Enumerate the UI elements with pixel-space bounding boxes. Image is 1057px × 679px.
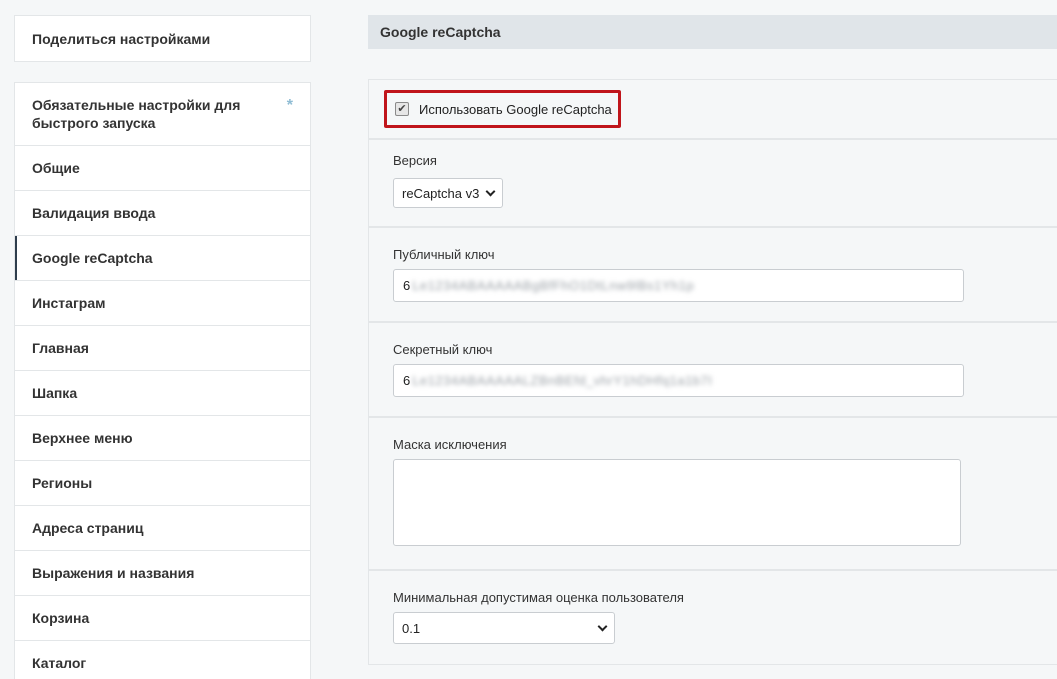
version-select-value: reCaptcha v3 xyxy=(402,185,480,201)
nav-item-regions[interactable]: Регионы xyxy=(15,461,310,506)
exclusion-mask-label: Маска исключения xyxy=(393,437,507,452)
share-settings-label: Поделиться настройками xyxy=(32,30,211,47)
min-score-label: Минимальная допустимая оценка пользовате… xyxy=(393,590,684,605)
highlight-frame: ✔ Использовать Google reCaptcha xyxy=(384,90,621,128)
section-title-text: Google reCaptcha xyxy=(380,24,501,40)
public-key-masked: Le1234ABAAAAABgBfFhO1DtLnw9lBs1Yh1p xyxy=(412,278,695,293)
nav-item-phrases[interactable]: Выражения и названия xyxy=(15,551,310,596)
nav-item-label: Обязательные настройки для быстрого запу… xyxy=(32,97,241,131)
nav-item-page-addresses[interactable]: Адреса страниц xyxy=(15,506,310,551)
exclusion-mask-textarea[interactable] xyxy=(393,459,961,546)
nav-item-label: Каталог xyxy=(32,655,87,671)
nav-item-header[interactable]: Шапка xyxy=(15,371,310,416)
nav-item-label: Шапка xyxy=(32,385,78,401)
use-recaptcha-checkbox[interactable]: ✔ xyxy=(395,102,409,116)
min-score-panel: Минимальная допустимая оценка пользовате… xyxy=(368,570,1057,665)
nav-item-top-menu[interactable]: Верхнее меню xyxy=(15,416,310,461)
exclusion-mask-panel: Маска исключения xyxy=(368,417,1057,570)
nav-item-home[interactable]: Главная xyxy=(15,326,310,371)
checkmark-icon: ✔ xyxy=(397,102,407,115)
required-asterisk-icon: * xyxy=(286,97,293,114)
nav-item-google-recaptcha[interactable]: Google reCaptcha xyxy=(15,236,310,281)
public-key-input[interactable]: 6 Le1234ABAAAAABgBfFhO1DtLnw9lBs1Yh1p xyxy=(393,269,964,302)
min-score-select[interactable]: 0.1 xyxy=(393,612,615,644)
section-title: Google reCaptcha xyxy=(368,15,1057,49)
chevron-down-icon xyxy=(485,186,496,196)
nav-item-label: Регионы xyxy=(32,475,93,491)
nav-item-label: Google reCaptcha xyxy=(32,250,153,266)
secret-key-prefix: 6 xyxy=(403,373,411,388)
nav-item-label: Инстаграм xyxy=(32,295,106,311)
min-score-select-value: 0.1 xyxy=(402,620,421,636)
nav-item-label: Адреса страниц xyxy=(32,520,144,536)
nav-item-label: Валидация ввода xyxy=(32,205,156,221)
chevron-down-icon xyxy=(597,621,608,631)
nav-item-catalog[interactable]: Каталог xyxy=(15,641,310,679)
nav-item-cart[interactable]: Корзина xyxy=(15,596,310,641)
nav-item-label: Выражения и названия xyxy=(32,565,195,581)
nav-item-label: Общие xyxy=(32,160,80,176)
public-key-panel: Публичный ключ 6 Le1234ABAAAAABgBfFhO1Dt… xyxy=(368,227,1057,322)
settings-nav: Обязательные настройки для быстрого запу… xyxy=(14,82,311,679)
public-key-label: Публичный ключ xyxy=(393,247,495,262)
share-settings-button[interactable]: Поделиться настройками xyxy=(14,15,311,62)
use-recaptcha-label[interactable]: Использовать Google reCaptcha xyxy=(419,102,612,117)
nav-item-label: Главная xyxy=(32,340,89,356)
secret-key-label: Секретный ключ xyxy=(393,342,493,357)
secret-key-masked: Le1234ABAAAAALZBnBEfd_vhrY1hDHfq1a1b7I xyxy=(412,373,713,388)
version-label: Версия xyxy=(393,153,437,168)
nav-item-general[interactable]: Общие xyxy=(15,146,310,191)
nav-item-input-validation[interactable]: Валидация ввода xyxy=(15,191,310,236)
nav-item-label: Корзина xyxy=(32,610,90,626)
enable-recaptcha-panel: ✔ Использовать Google reCaptcha xyxy=(368,79,1057,139)
nav-item-instagram[interactable]: Инстаграм xyxy=(15,281,310,326)
public-key-prefix: 6 xyxy=(403,278,411,293)
secret-key-input[interactable]: 6 Le1234ABAAAAALZBnBEfd_vhrY1hDHfq1a1b7I xyxy=(393,364,964,397)
version-panel: Версия reCaptcha v3 xyxy=(368,139,1057,227)
version-select[interactable]: reCaptcha v3 xyxy=(393,178,503,208)
nav-item-label: Верхнее меню xyxy=(32,430,133,446)
secret-key-panel: Секретный ключ 6 Le1234ABAAAAALZBnBEfd_v… xyxy=(368,322,1057,417)
nav-item-required[interactable]: Обязательные настройки для быстрого запу… xyxy=(15,83,310,146)
